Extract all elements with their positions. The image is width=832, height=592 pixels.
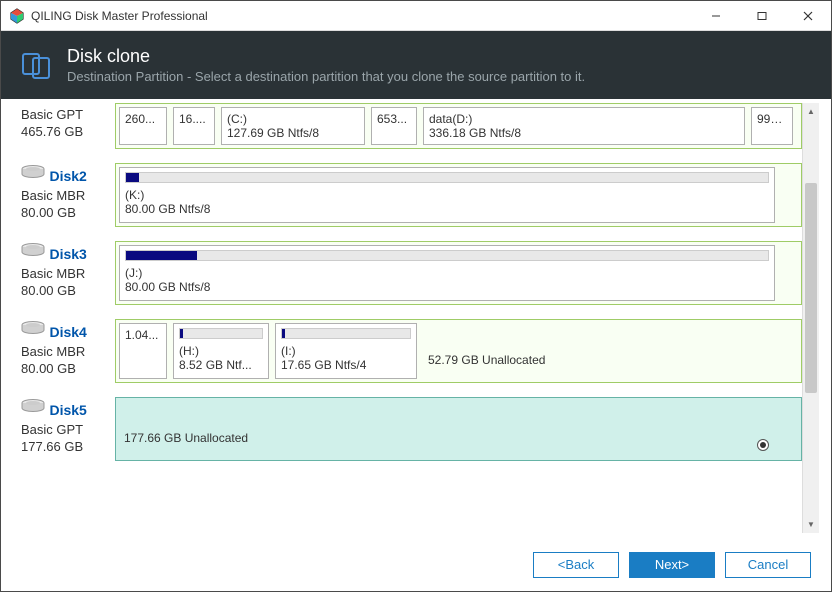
partition-info: 8.52 GB Ntf... (179, 358, 263, 372)
partition[interactable]: 260... (119, 107, 167, 145)
partition-letter: (H:) (179, 344, 263, 358)
disk-name: Disk2 (49, 168, 86, 184)
partition[interactable]: (I:)17.65 GB Ntfs/4 (275, 323, 417, 379)
disk-info: Disk5 Basic GPT177.66 GB (21, 397, 115, 461)
partition-info: 1.04... (125, 328, 161, 342)
partition[interactable]: 1.04... (119, 323, 167, 379)
disk-type: Basic GPT (21, 422, 115, 439)
disk-info: Disk4 Basic MBR80.00 GB (21, 319, 115, 383)
scroll-up-icon[interactable]: ▲ (803, 103, 819, 120)
disk-block: Disk4 Basic MBR80.00 GB 1.04... (H:)8.52 GB… (21, 319, 802, 383)
disk-size: 80.00 GB (21, 205, 115, 222)
partition-row[interactable]: (J:)80.00 GB Ntfs/8 (115, 241, 802, 305)
disk-size: 465.76 GB (21, 124, 115, 141)
unallocated-space[interactable]: 177.66 GB Unallocated (119, 401, 775, 457)
partition-info: 127.69 GB Ntfs/8 (227, 126, 359, 140)
partition-letter: (J:) (125, 266, 769, 280)
maximize-button[interactable] (739, 1, 785, 30)
disk-info: Basic GPT465.76 GB (21, 103, 115, 149)
back-button[interactable]: <Back (533, 552, 619, 578)
page-subtitle: Destination Partition - Select a destina… (67, 69, 585, 84)
disk-list: Basic GPT465.76 GB260...16....(C:)127.69… (21, 103, 802, 533)
partition[interactable]: 16.... (173, 107, 215, 145)
partition-info: 17.65 GB Ntfs/4 (281, 358, 411, 372)
disk-name: Disk4 (49, 324, 86, 340)
disk-type: Basic MBR (21, 188, 115, 205)
partition[interactable]: (H:)8.52 GB Ntf... (173, 323, 269, 379)
partition-letter: data(D:) (429, 112, 739, 126)
window-controls (693, 1, 831, 30)
partition-info: 653... (377, 112, 411, 126)
disk-type: Basic MBR (21, 344, 115, 361)
partition[interactable]: (K:)80.00 GB Ntfs/8 (119, 167, 775, 223)
partition[interactable]: 653... (371, 107, 417, 145)
disk-block: Disk2Basic MBR80.00 GB(K:)80.00 GB Ntfs/… (21, 163, 802, 227)
wizard-footer: <Back Next> Cancel (1, 537, 831, 591)
partition[interactable]: (C:)127.69 GB Ntfs/8 (221, 107, 365, 145)
partition[interactable]: 995... (751, 107, 793, 145)
partition-info: 260... (125, 112, 161, 126)
minimize-button[interactable] (693, 1, 739, 30)
disk-type: Basic GPT (21, 107, 115, 124)
unallocated-space[interactable]: 52.79 GB Unallocated (423, 323, 769, 379)
partition-row[interactable]: 1.04...(H:)8.52 GB Ntf...(I:)17.65 GB Nt… (115, 319, 802, 383)
scroll-down-icon[interactable]: ▼ (803, 516, 819, 533)
vertical-scrollbar[interactable]: ▲ ▼ (802, 103, 819, 533)
partition-info: 995... (757, 112, 787, 126)
app-window: QILING Disk Master Professional Disk clo… (0, 0, 832, 592)
close-button[interactable] (785, 1, 831, 30)
disk-block: Disk5 Basic GPT177.66 GB 177.66 GB Unalloc… (21, 397, 802, 461)
partition[interactable]: (J:)80.00 GB Ntfs/8 (119, 245, 775, 301)
disk-info: Disk2 Basic MBR80.00 GB (21, 163, 115, 227)
partition-letter: (C:) (227, 112, 359, 126)
disk-name: Disk3 (49, 246, 86, 262)
disk-name: Disk5 (49, 402, 86, 418)
partition-row[interactable]: (K:)80.00 GB Ntfs/8 (115, 163, 802, 227)
titlebar: QILING Disk Master Professional (1, 1, 831, 31)
app-title: QILING Disk Master Professional (31, 9, 693, 23)
disk-block: Basic GPT465.76 GB 260... 16.... (C:)127.69… (21, 103, 802, 149)
partition-info: 336.18 GB Ntfs/8 (429, 126, 739, 140)
partition-info: 177.66 GB Unallocated (124, 413, 770, 445)
content-area: Basic GPT465.76 GB260...16....(C:)127.69… (1, 99, 831, 537)
cancel-button[interactable]: Cancel (725, 552, 811, 578)
partition-info: 52.79 GB Unallocated (428, 335, 764, 367)
partition[interactable]: data(D:)336.18 GB Ntfs/8 (423, 107, 745, 145)
partition-info: 16.... (179, 112, 209, 126)
disk-size: 80.00 GB (21, 361, 115, 378)
selection-radio[interactable] (757, 439, 769, 451)
page-title: Disk clone (67, 46, 585, 67)
disk-size: 177.66 GB (21, 439, 115, 456)
disk-block: Disk3Basic MBR80.00 GB(J:)80.00 GB Ntfs/… (21, 241, 802, 305)
partition-row[interactable]: 177.66 GB Unallocated (115, 397, 802, 461)
partition-letter: (K:) (125, 188, 769, 202)
partition-info: 80.00 GB Ntfs/8 (125, 202, 769, 216)
next-button[interactable]: Next> (629, 552, 715, 578)
page-header: Disk clone Destination Partition - Selec… (1, 31, 831, 99)
disk-type: Basic MBR (21, 266, 115, 283)
disk-info: Disk3 Basic MBR80.00 GB (21, 241, 115, 305)
disk-clone-icon (21, 50, 51, 80)
partition-row[interactable]: 260... 16.... (C:)127.69 GB Ntfs/8 653... da… (115, 103, 802, 149)
disk-size: 80.00 GB (21, 283, 115, 300)
partition-info: 80.00 GB Ntfs/8 (125, 280, 769, 294)
app-logo-icon (9, 8, 25, 24)
scroll-thumb[interactable] (805, 183, 817, 393)
partition-letter: (I:) (281, 344, 411, 358)
